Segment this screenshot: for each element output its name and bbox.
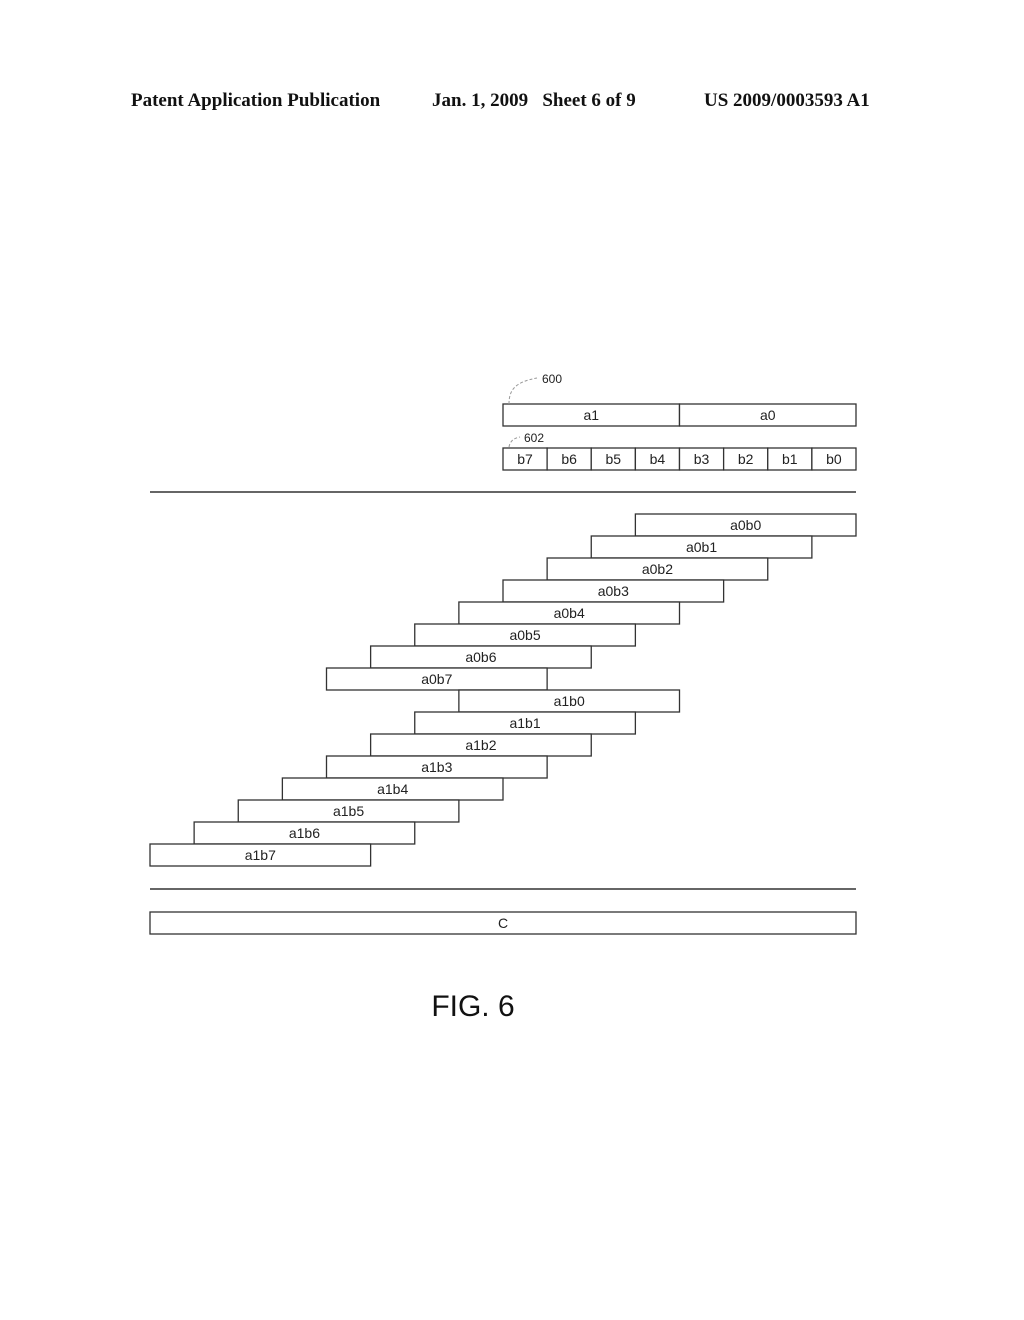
partial-product-a0b1-label: a0b1 bbox=[686, 539, 717, 555]
operand-b-b4-label: b4 bbox=[650, 451, 666, 467]
ref-600-label: 600 bbox=[542, 372, 562, 386]
operand-b-b0-label: b0 bbox=[826, 451, 842, 467]
ref-602-label: 602 bbox=[524, 431, 544, 445]
operand-b-b7-label: b7 bbox=[517, 451, 533, 467]
partial-product-a1b6-label: a1b6 bbox=[289, 825, 320, 841]
partial-product-a0b0-label: a0b0 bbox=[730, 517, 761, 533]
partial-product-a1b0-label: a1b0 bbox=[554, 693, 585, 709]
operand-b-b6-label: b6 bbox=[561, 451, 577, 467]
result-c-label: C bbox=[498, 915, 508, 931]
operand-b-b5-label: b5 bbox=[606, 451, 622, 467]
multiplication-diagram: a1 a0 600 b7 b6 b5 b4 b3 b2 b1 b0 602 a0b0 a0b1 a0b2 a0… bbox=[149, 372, 857, 935]
operand-b-b3-label: b3 bbox=[694, 451, 710, 467]
ref-leader-602 bbox=[508, 436, 521, 448]
figure-label: FIG. 6 bbox=[431, 990, 515, 1023]
partial-product-a1b4-label: a1b4 bbox=[377, 781, 408, 797]
operand-a-a0-label: a0 bbox=[760, 407, 776, 423]
partial-product-a1b5-label: a1b5 bbox=[333, 803, 364, 819]
partial-product-a0b3-label: a0b3 bbox=[598, 583, 629, 599]
operand-a-a1-label: a1 bbox=[583, 407, 599, 423]
operand-b-b1-label: b1 bbox=[782, 451, 798, 467]
partial-product-a0b2-label: a0b2 bbox=[642, 561, 673, 577]
partial-product-a1b3-label: a1b3 bbox=[421, 759, 452, 775]
partial-product-a0b6-label: a0b6 bbox=[465, 649, 496, 665]
operand-b-b2-label: b2 bbox=[738, 451, 754, 467]
partial-product-a1b2-label: a1b2 bbox=[465, 737, 496, 753]
partial-product-a0b7-label: a0b7 bbox=[421, 671, 452, 687]
partial-product-a0b4-label: a0b4 bbox=[554, 605, 585, 621]
partial-product-a1b7-label: a1b7 bbox=[245, 847, 276, 863]
ref-leader-600 bbox=[508, 377, 538, 405]
partial-product-a1b1-label: a1b1 bbox=[509, 715, 540, 731]
partial-product-a0b5-label: a0b5 bbox=[509, 627, 540, 643]
